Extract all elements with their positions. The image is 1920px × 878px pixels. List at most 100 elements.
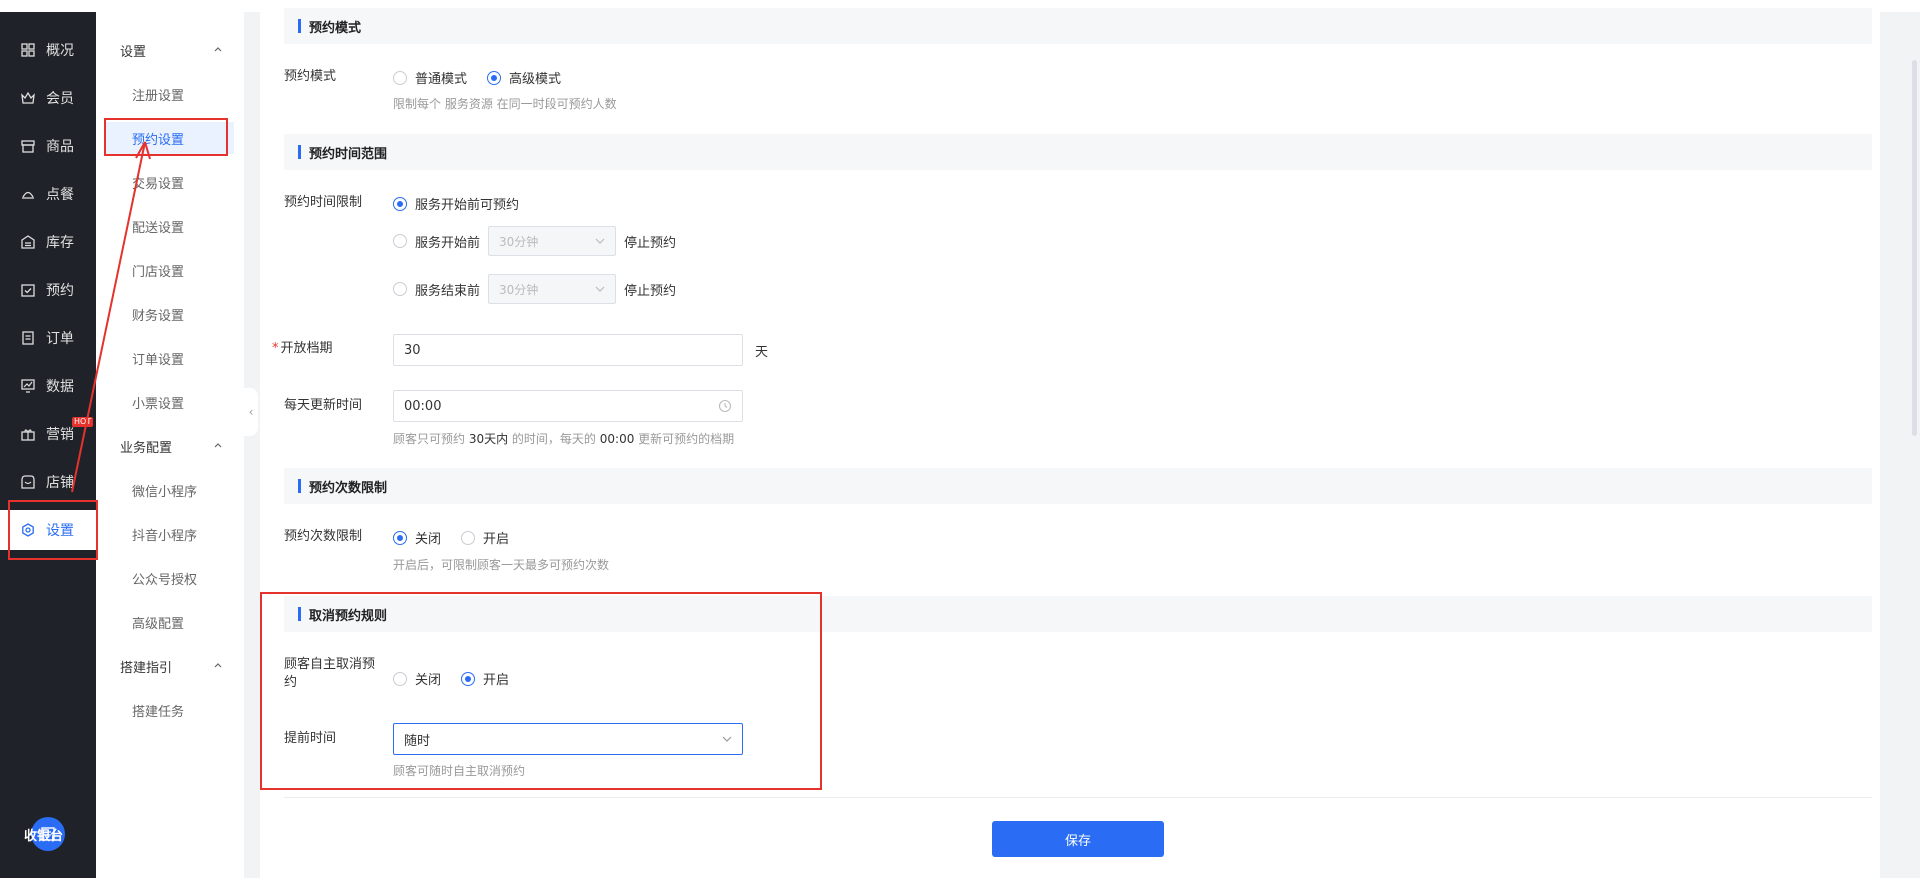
save-button[interactable]: 保存 xyxy=(992,821,1164,857)
submenu-item-order[interactable]: 订单设置 xyxy=(104,342,234,374)
submenu-group-label: 搭建指引 xyxy=(120,660,173,676)
section-title: 预约次数限制 xyxy=(309,480,388,496)
annotation-box-cancel-rules xyxy=(260,592,822,790)
nav-item-ordering[interactable]: 点餐 xyxy=(0,174,96,214)
chart-icon xyxy=(20,378,36,394)
radio-circle xyxy=(487,70,502,85)
open-period-unit: 天 xyxy=(755,345,769,360)
cashier-button[interactable]: 收银台 xyxy=(0,790,96,878)
nav-item-inventory[interactable]: 库存 xyxy=(0,222,96,262)
input-value: 00:00 xyxy=(404,398,442,414)
radio-normal-mode[interactable]: 普通模式 xyxy=(393,68,467,87)
chevron-left-icon: ‹ xyxy=(248,405,254,419)
submenu-item-delivery[interactable]: 配送设置 xyxy=(104,210,234,242)
annotation-box-settings-nav xyxy=(8,500,98,560)
count-radio-group: 关闭 开启 xyxy=(393,528,529,547)
radio-circle xyxy=(393,234,407,248)
radio-circle xyxy=(393,530,407,545)
submenu-item-register[interactable]: 注册设置 xyxy=(104,78,234,110)
hint-time: 00:00 xyxy=(599,432,635,446)
nav-item-member[interactable]: 会员 xyxy=(0,78,96,118)
count-hint: 开启后，可限制顾客一天最多可预约次数 xyxy=(393,558,610,572)
radio-before-end-stop[interactable]: 服务结束前 30分钟 停止预约 xyxy=(393,274,676,304)
hint-part: 顾客只可预约 xyxy=(393,432,469,446)
radio-label: 服务开始前 xyxy=(415,235,481,251)
nav-label: 店铺 xyxy=(46,475,74,491)
radio-circle xyxy=(461,530,476,545)
submenu-item-trade[interactable]: 交易设置 xyxy=(104,166,234,198)
nav-label: 会员 xyxy=(46,91,74,107)
nav-item-store[interactable]: 店铺 xyxy=(0,462,96,502)
nav-item-booking[interactable]: 预约 xyxy=(0,270,96,310)
open-period-text: 开放档期 xyxy=(280,341,333,356)
select-value: 30分钟 xyxy=(499,282,539,297)
submenu-item-store[interactable]: 门店设置 xyxy=(104,254,234,286)
hint-days: 30天内 xyxy=(468,432,509,446)
submenu-item-advanced[interactable]: 高级配置 xyxy=(104,606,234,638)
nav-item-orders[interactable]: 订单 xyxy=(0,318,96,358)
clock-icon xyxy=(718,399,732,413)
nav-label: 订单 xyxy=(46,331,74,347)
mode-hint: 限制每个 服务资源 在同一时段可预约人数 xyxy=(393,97,617,111)
radio-label: 普通模式 xyxy=(415,72,468,87)
nav-item-marketing[interactable]: 营销 HOT xyxy=(0,414,96,454)
submenu-item-douyin-mini[interactable]: 抖音小程序 xyxy=(104,518,234,550)
input-value: 30 xyxy=(404,342,421,358)
section-header-count: 预约次数限制 xyxy=(284,468,1872,504)
section-header-mode: 预约模式 xyxy=(284,8,1872,44)
submenu-item-wechat-mini[interactable]: 微信小程序 xyxy=(104,474,234,506)
shop-icon xyxy=(20,138,36,154)
chevron-down-icon xyxy=(595,238,605,244)
collapse-handle[interactable]: ‹ xyxy=(244,388,258,436)
app-root: 概况 会员 商品 点餐 库存 预约 订单 数据 营销 HOT 店铺 设置 收银台… xyxy=(0,0,1920,878)
radio-circle xyxy=(393,282,407,296)
submenu-group-guide[interactable]: 搭建指引 xyxy=(96,652,244,680)
update-time-hint: 顾客只可预约 30天内 的时间，每天的 00:00 更新可预约的档期 xyxy=(393,430,734,447)
chevron-up-icon xyxy=(214,47,222,52)
hot-badge: HOT xyxy=(72,417,94,427)
update-time-label: 每天更新时间 xyxy=(284,398,363,413)
nav-label: 概况 xyxy=(46,43,74,59)
required-mark: * xyxy=(272,341,279,356)
mode-label: 预约模式 xyxy=(284,69,337,84)
open-period-input[interactable]: 30 xyxy=(393,334,743,366)
radio-before-start-stop[interactable]: 服务开始前 30分钟 停止预约 xyxy=(393,226,676,256)
hint-part: 更新可预约的档期 xyxy=(634,432,735,446)
annotation-box-booking-settings xyxy=(104,118,228,156)
page-scrollbar[interactable] xyxy=(1912,60,1917,436)
order-icon xyxy=(20,330,36,346)
select-value: 30分钟 xyxy=(499,234,539,249)
radio-before-start-allowed[interactable]: 服务开始前可预约 xyxy=(393,194,519,213)
before-start-select[interactable]: 30分钟 xyxy=(488,226,617,256)
section-bar xyxy=(298,19,301,33)
submenu-item-build-task[interactable]: 搭建任务 xyxy=(104,694,234,726)
submenu-item-official-account[interactable]: 公众号授权 xyxy=(104,562,234,594)
submenu-item-receipt[interactable]: 小票设置 xyxy=(104,386,234,418)
count-label: 预约次数限制 xyxy=(284,529,363,544)
radio-count-off[interactable]: 关闭 xyxy=(393,528,441,547)
submenu-item-finance[interactable]: 财务设置 xyxy=(104,298,234,330)
submenu-group-settings[interactable]: 设置 xyxy=(96,36,244,64)
radio-count-on[interactable]: 开启 xyxy=(461,528,509,547)
radio-label: 服务结束前 xyxy=(415,283,481,299)
nav-label: 预约 xyxy=(46,283,74,299)
radio-suffix: 停止预约 xyxy=(624,235,677,251)
range-limit-label: 预约时间限制 xyxy=(284,195,363,210)
nav-label: 数据 xyxy=(46,379,74,395)
grid-icon xyxy=(20,42,36,58)
nav-item-goods[interactable]: 商品 xyxy=(0,126,96,166)
radio-advanced-mode[interactable]: 高级模式 xyxy=(487,68,561,87)
gift-icon xyxy=(20,426,36,442)
radio-label: 关闭 xyxy=(415,532,442,547)
nav-item-overview[interactable]: 概况 xyxy=(0,30,96,70)
section-header-range: 预约时间范围 xyxy=(284,134,1872,170)
nav-item-data[interactable]: 数据 xyxy=(0,366,96,406)
cashier-label: 收银台 xyxy=(24,829,64,844)
section-title: 预约时间范围 xyxy=(309,146,388,162)
submenu-group-label: 设置 xyxy=(120,44,147,60)
submenu-group-business[interactable]: 业务配置 xyxy=(96,432,244,460)
inventory-icon xyxy=(20,234,36,250)
chevron-up-icon xyxy=(214,663,222,668)
before-end-select[interactable]: 30分钟 xyxy=(488,274,617,304)
update-time-input[interactable]: 00:00 xyxy=(393,390,743,422)
